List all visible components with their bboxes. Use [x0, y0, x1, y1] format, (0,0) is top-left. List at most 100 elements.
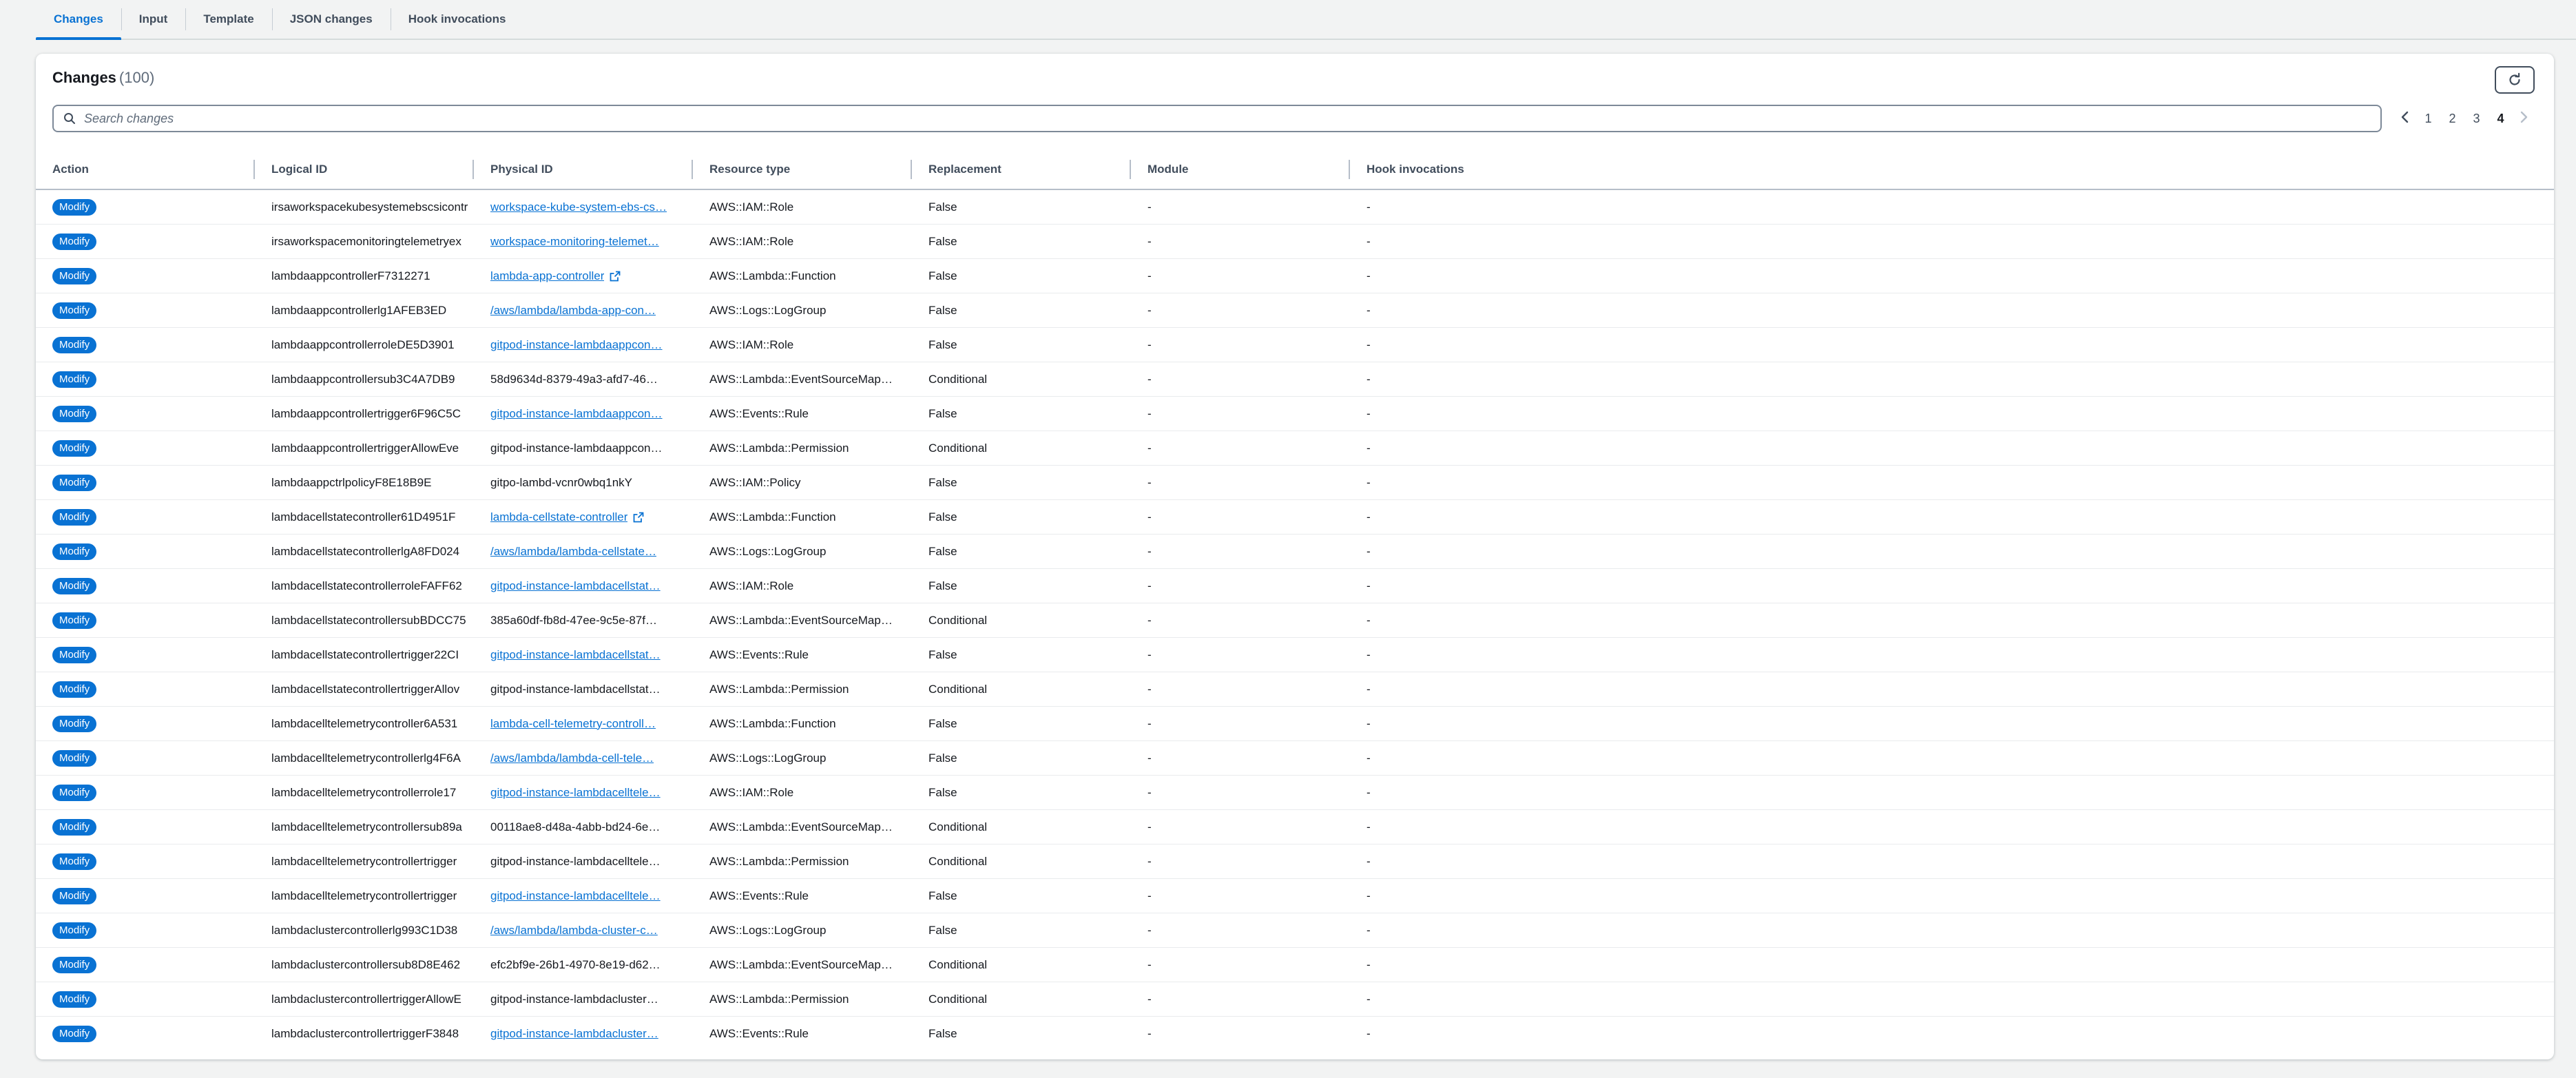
replacement-cell: False — [912, 637, 1131, 672]
physical-id-link[interactable]: /aws/lambda/lambda-cellstate… — [490, 545, 656, 559]
physical-id-link[interactable]: gitpod-instance-lambdaappcon… — [490, 338, 663, 352]
resource-type-cell: AWS::Events::Rule — [693, 396, 912, 431]
column-header-label: Replacement — [928, 163, 1001, 176]
changes-panel: Changes(100) 1234 Action Logical ID Physic… — [36, 54, 2554, 1059]
physical-id-cell: gitpod-instance-lambdacluster… — [474, 1017, 693, 1051]
table-row: Modify lambdaappcontrollerlg1AFEB3ED/aws/… — [36, 293, 2554, 328]
physical-id-text: gitpod-instance-lambdaappcon… — [490, 441, 663, 455]
module-cell: - — [1131, 224, 1350, 259]
column-header-replacement[interactable]: Replacement — [912, 150, 1131, 190]
physical-id-link[interactable]: /aws/lambda/lambda-cluster-c… — [490, 924, 658, 937]
action-cell: Modify — [36, 327, 255, 362]
replacement-cell: False — [912, 913, 1131, 948]
refresh-button[interactable] — [2495, 66, 2535, 94]
action-badge: Modify — [52, 198, 97, 216]
module-cell: - — [1131, 809, 1350, 844]
logical-id-cell: lambdaclustercontrollertriggerF3848 — [271, 1026, 459, 1040]
physical-id-text: gitpod-instance-lambdacelltele… — [490, 785, 661, 799]
logical-id-cell: lambdacelltelemetrycontrollerlg4F6A — [255, 740, 474, 776]
page-2-button[interactable]: 2 — [2440, 112, 2464, 126]
hook-invocations-cell: - — [1350, 740, 2554, 776]
tab-changes[interactable]: Changes — [36, 0, 121, 40]
physical-id-link[interactable]: workspace-monitoring-telemet… — [490, 235, 659, 249]
column-header-action[interactable]: Action — [36, 150, 255, 190]
physical-id-text: workspace-kube-system-ebs-cs… — [490, 200, 667, 214]
next-page-button[interactable] — [2513, 110, 2535, 127]
action-cell: Modify — [36, 603, 255, 638]
replacement-cell: False — [912, 534, 1131, 569]
physical-id-link[interactable]: gitpod-instance-lambdaappcon… — [490, 407, 663, 421]
resource-type-cell: AWS::Events::Rule — [693, 637, 912, 672]
physical-id-link[interactable]: /aws/lambda/lambda-app-con… — [490, 304, 656, 318]
physical-id-link[interactable]: gitpod-instance-lambdacelltele… — [490, 889, 661, 903]
resource-type-cell: AWS::Lambda::EventSourceMap… — [693, 603, 912, 638]
physical-id-link[interactable]: gitpod-instance-lambdacluster… — [490, 1027, 658, 1041]
action-badge: Modify — [52, 508, 97, 526]
module-cell: - — [1131, 568, 1350, 603]
chevron-right-icon — [2519, 110, 2528, 127]
page-3-button[interactable]: 3 — [2464, 112, 2489, 126]
hook-invocations-cell: - — [1350, 844, 2554, 879]
module-cell: - — [1131, 258, 1350, 293]
changes-count: (100) — [118, 69, 155, 86]
physical-id-link[interactable]: lambda-app-controller — [490, 269, 621, 283]
physical-id-link[interactable]: lambda-cellstate-controller — [490, 510, 644, 524]
tab-json-changes[interactable]: JSON changes — [271, 0, 391, 39]
column-header-logical-id[interactable]: Logical ID — [255, 150, 474, 190]
previous-page-button[interactable] — [2394, 110, 2416, 127]
physical-id-text: gitpod-instance-lambdacellstat… — [490, 647, 661, 661]
hook-invocations-cell: - — [1350, 568, 2554, 603]
replacement-cell: False — [912, 465, 1131, 500]
table-row: Modify lambdacelltelemetrycontroller6A531… — [36, 706, 2554, 741]
action-cell: Modify — [36, 706, 255, 741]
replacement-cell: Conditional — [912, 672, 1131, 707]
action-cell: Modify — [36, 844, 255, 879]
physical-id-cell: 385a60df-fb8d-47ee-9c5e-87f… — [474, 603, 693, 638]
column-header-label: Physical ID — [490, 163, 553, 176]
action-badge: Modify — [52, 1025, 97, 1042]
column-header-physical-id[interactable]: Physical ID — [474, 150, 693, 190]
logical-id-cell: lambdaappcontrollerlg1AFEB3ED — [255, 293, 474, 328]
tab-template[interactable]: Template — [185, 0, 271, 39]
tab-input[interactable]: Input — [121, 0, 186, 39]
resource-type-cell: AWS::Lambda::Permission — [693, 844, 912, 879]
chevron-left-icon — [2400, 110, 2410, 127]
module-cell: - — [1131, 465, 1350, 500]
resource-type-cell: AWS::Lambda::EventSourceMap… — [693, 947, 912, 982]
replacement-cell: False — [912, 224, 1131, 259]
physical-id-text: 58d9634d-8379-49a3-afd7-46… — [490, 372, 658, 386]
physical-id-link[interactable]: /aws/lambda/lambda-cell-tele… — [490, 752, 654, 765]
action-badge: Modify — [52, 439, 97, 457]
column-header-hook-invocations[interactable]: Hook invocations — [1350, 150, 2554, 190]
action-cell: Modify — [36, 1017, 255, 1051]
module-cell: - — [1131, 740, 1350, 776]
physical-id-text: /aws/lambda/lambda-app-con… — [490, 303, 656, 317]
tab-bar: Changes Input Template JSON changes Hook inv… — [36, 0, 2576, 40]
physical-id-link[interactable]: gitpod-instance-lambdacelltele… — [490, 786, 661, 800]
physical-id-link[interactable]: gitpod-instance-lambdacellstat… — [490, 648, 661, 662]
search-box[interactable] — [52, 105, 2382, 132]
tab-hook-invocations[interactable]: Hook invocations — [390, 0, 524, 39]
column-header-resource-type[interactable]: Resource type — [693, 150, 912, 190]
module-cell: - — [1131, 431, 1350, 466]
action-cell: Modify — [36, 258, 255, 293]
page-4-button[interactable]: 4 — [2489, 112, 2513, 126]
hook-invocations-cell: - — [1350, 913, 2554, 948]
replacement-cell: False — [912, 293, 1131, 328]
search-input[interactable] — [83, 110, 2380, 127]
physical-id-link[interactable]: gitpod-instance-lambdacellstat… — [490, 579, 661, 593]
hook-invocations-cell: - — [1350, 224, 2554, 259]
page-1-button[interactable]: 1 — [2416, 112, 2440, 126]
replacement-cell: False — [912, 258, 1131, 293]
changes-table: Action Logical ID Physical ID Resource type… — [36, 150, 2554, 1050]
physical-id-link[interactable]: lambda-cell-telemetry-controll… — [490, 717, 656, 731]
module-cell: - — [1131, 637, 1350, 672]
physical-id-cell: gitpod-instance-lambdaappcon… — [474, 431, 693, 466]
resource-type-cell: AWS::IAM::Role — [693, 224, 912, 259]
refresh-icon — [2509, 72, 2520, 85]
physical-id-cell: gitpod-instance-lambdacelltele… — [474, 775, 693, 810]
physical-id-link[interactable]: workspace-kube-system-ebs-cs… — [490, 200, 667, 214]
module-cell: - — [1131, 362, 1350, 397]
physical-id-text: gitpod-instance-lambdaappcon… — [490, 406, 663, 420]
column-header-module[interactable]: Module — [1131, 150, 1350, 190]
